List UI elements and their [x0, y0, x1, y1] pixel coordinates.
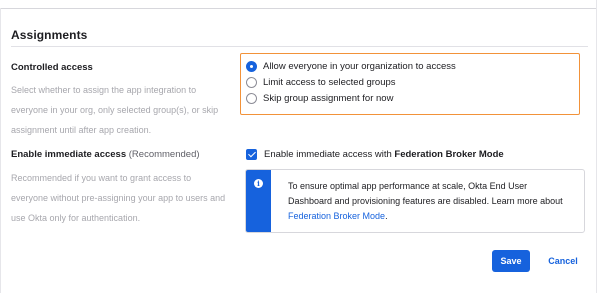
panel-border-left — [0, 8, 1, 293]
immediate-access-checkbox-row[interactable]: Enable immediate access with Federation … — [246, 147, 504, 161]
checkbox-label-bold: Federation Broker Mode — [394, 148, 504, 160]
radio-option-skip-assignment[interactable]: Skip group assignment for now — [246, 91, 393, 105]
controlled-access-help: Select whether to assign the app integra… — [11, 85, 219, 135]
callout-end: . — [385, 211, 388, 221]
recommended-tag: (Recommended) — [128, 149, 200, 160]
radio-button-selected[interactable] — [246, 60, 257, 72]
checkbox-checked[interactable] — [246, 148, 257, 160]
callout-accent-bar: i — [246, 170, 271, 232]
checkbox-label-prefix: Enable immediate access with — [264, 148, 395, 160]
panel-border-right — [596, 0, 597, 293]
info-callout: i To ensure optimal app performance at s… — [245, 169, 585, 233]
callout-text: To ensure optimal app performance at sca… — [288, 179, 573, 224]
section-title: Assignments — [11, 28, 88, 42]
radio-label: Limit access to selected groups — [263, 76, 396, 88]
info-icon: i — [254, 179, 263, 188]
immediate-access-help: Recommended if you want to grant access … — [11, 173, 226, 223]
radio-button[interactable] — [246, 76, 257, 88]
callout-body: To ensure optimal app performance at sca… — [288, 181, 563, 206]
immediate-access-label-text: Enable immediate access — [11, 149, 127, 160]
top-divider — [0, 8, 597, 9]
section-divider — [11, 46, 588, 47]
controlled-access-label: Controlled access — [11, 62, 93, 73]
radio-option-limit-groups[interactable]: Limit access to selected groups — [246, 75, 396, 89]
radio-button[interactable] — [246, 92, 257, 104]
radio-label: Skip group assignment for now — [263, 92, 394, 104]
save-button[interactable]: Save — [492, 250, 530, 272]
immediate-access-label: Enable immediate access (Recommended) — [11, 149, 200, 160]
assignments-panel: Assignments Controlled access Select whe… — [0, 0, 600, 293]
cancel-button[interactable]: Cancel — [544, 250, 582, 272]
radio-label: Allow everyone in your organization to a… — [263, 60, 456, 72]
radio-option-allow-everyone[interactable]: Allow everyone in your organization to a… — [246, 59, 456, 73]
checkbox-label: Enable immediate access with Federation … — [264, 149, 504, 160]
federation-broker-mode-link[interactable]: Federation Broker Mode — [288, 211, 385, 221]
